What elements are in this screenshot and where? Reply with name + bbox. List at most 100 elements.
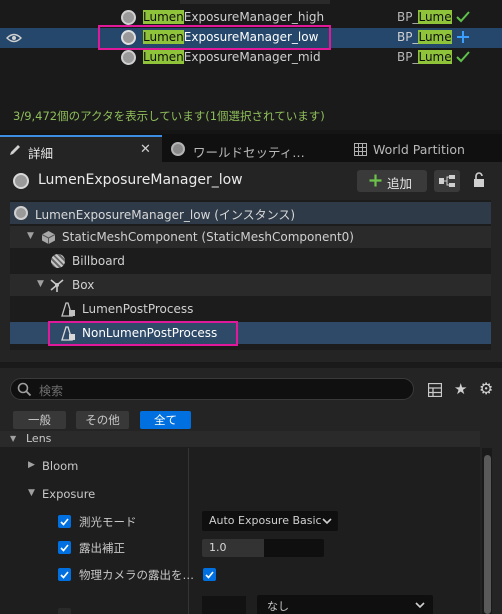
box-collision-icon (50, 279, 64, 292)
texture-thumbnail[interactable] (202, 596, 246, 614)
eye-icon[interactable] (6, 33, 22, 43)
add-button-label: 追加 (387, 176, 413, 191)
component-row-billboard[interactable]: Billboard (10, 250, 491, 272)
outliner-row-type: BP_Lume (397, 50, 452, 64)
filter-general-label: 一般 (28, 413, 51, 427)
property-row-exposure-compensation: 露出補正 1.0 (22, 536, 478, 560)
component-row-lumenpostprocess[interactable]: LumenPostProcess (10, 298, 491, 320)
component-row-box[interactable]: ▼ Box (10, 274, 491, 296)
unlock-icon[interactable] (473, 172, 487, 188)
pencil-icon (10, 145, 20, 155)
outliner-row-mid[interactable]: LumenExposureManager_mid BP_Lume (0, 48, 502, 68)
blueprint-button[interactable] (434, 170, 460, 192)
label-rest: ExposureManager_mid (183, 50, 321, 64)
property-row-physical-camera: 物理カメラの露出を… (22, 563, 478, 587)
component-label: Billboard (72, 254, 125, 268)
section-lens[interactable]: ▼ Lens (0, 431, 480, 447)
type-prefix: BP_ (397, 10, 419, 24)
tab-world-settings[interactable]: ワールドセッティ… (163, 137, 328, 162)
search-input[interactable]: 検索 (10, 378, 414, 400)
override-checkbox[interactable] (58, 541, 71, 554)
tab-world-settings-label: ワールドセッティ… (193, 145, 305, 160)
exposure-compensation-value: 1.0 (209, 541, 227, 554)
chevron-down-icon (415, 602, 425, 609)
component-row-instance[interactable]: LumenExposureManager_low (インスタンス) (10, 202, 491, 224)
section-exposure[interactable]: ▼ Exposure (22, 482, 478, 506)
actor-icon (14, 206, 28, 220)
section-bloom[interactable]: ▶ Bloom (22, 454, 478, 478)
star-icon[interactable]: ★ (454, 380, 467, 398)
static-mesh-icon (41, 231, 56, 244)
globe-icon (171, 142, 185, 156)
override-checkbox[interactable] (58, 515, 71, 528)
search-placeholder: 検索 (39, 384, 64, 398)
type-prefix: BP_ (397, 30, 419, 44)
tab-details-label: 詳細 (28, 146, 54, 161)
chevron-right-icon: ▶ (28, 460, 35, 470)
tab-world-partition[interactable]: World Partition (332, 137, 502, 162)
section-bloom-label: Bloom (42, 459, 79, 473)
filter-general-button[interactable]: 一般 (13, 411, 66, 429)
chevron-down-icon[interactable]: ▼ (27, 231, 34, 241)
actor-name: LumenExposureManager_low (38, 172, 243, 188)
table-view-icon[interactable] (428, 383, 442, 397)
plus-icon (369, 174, 382, 187)
plus-icon (457, 31, 469, 43)
tab-details[interactable]: 詳細 ✕ (0, 135, 162, 162)
metering-mode-value: Auto Exposure Basic (209, 514, 322, 527)
chevron-down-icon: ▼ (28, 488, 35, 498)
check-icon (456, 51, 470, 63)
label-rest: ExposureManager_high (183, 10, 325, 24)
component-label: Box (72, 278, 95, 292)
component-row-staticmesh[interactable]: ▼ StaticMeshComponent (StaticMeshCompone… (10, 226, 491, 248)
exposure-compensation-field[interactable]: 1.0 (202, 539, 324, 557)
blueprint-icon (439, 175, 455, 187)
scrollbar-thumb[interactable] (484, 455, 491, 614)
outliner-row-type: BP_Lume (397, 10, 452, 24)
outliner-row-type: BP_Lume (397, 30, 452, 44)
chevron-down-icon (322, 518, 332, 525)
texture-dropdown[interactable]: なし (257, 595, 433, 614)
component-label: StaticMeshComponent (StaticMeshComponent… (62, 230, 354, 244)
actor-icon (121, 50, 136, 65)
outliner-top-edge (180, 0, 330, 4)
filter-all-label: 全て (154, 413, 177, 427)
billboard-icon (51, 254, 65, 268)
gear-icon[interactable]: ⚙ (479, 379, 493, 398)
splitter[interactable] (0, 362, 502, 368)
outliner-row-label: LumenExposureManager_high (143, 10, 324, 24)
outliner-status-text: 3/9,472個のアクタを表示しています(1個選択されています) (13, 109, 325, 123)
property-row-partial: なし (22, 594, 478, 614)
override-checkbox[interactable] (58, 608, 71, 614)
section-lens-label: Lens (26, 432, 52, 445)
tab-world-partition-label: World Partition (373, 142, 465, 157)
chevron-down-icon[interactable]: ▼ (37, 279, 44, 289)
override-checkbox[interactable] (58, 568, 71, 581)
search-match: Lumen (143, 10, 184, 24)
highlight-box-outliner (98, 25, 331, 50)
filter-other-button[interactable]: その他 (76, 411, 129, 429)
add-component-button[interactable]: 追加 (357, 170, 427, 192)
actor-icon (121, 10, 136, 25)
search-match: Lumen (143, 50, 184, 64)
type-match: Lume (418, 10, 452, 24)
type-match: Lume (418, 30, 452, 44)
type-prefix: BP_ (397, 50, 419, 64)
property-row-metering-mode: 測光モード Auto Exposure Basic (22, 510, 478, 534)
texture-none-value: なし (267, 600, 289, 613)
chevron-down-icon: ▼ (10, 434, 17, 443)
search-icon (17, 382, 32, 397)
post-process-icon (61, 302, 75, 317)
type-match: Lume (418, 50, 452, 64)
outliner-row-label: LumenExposureManager_mid (143, 50, 321, 64)
highlight-box-component (48, 321, 238, 346)
filter-all-button[interactable]: 全て (140, 411, 191, 429)
actor-icon (13, 173, 29, 189)
exposure-compensation-label: 露出補正 (79, 541, 125, 555)
metering-mode-dropdown[interactable]: Auto Exposure Basic (202, 511, 338, 531)
physical-camera-checkbox[interactable] (203, 568, 216, 581)
component-label: LumenExposureManager_low (インスタンス) (35, 208, 296, 222)
close-tab-icon[interactable]: ✕ (140, 142, 151, 157)
filter-other-label: その他 (85, 413, 120, 427)
section-exposure-label: Exposure (42, 487, 96, 501)
